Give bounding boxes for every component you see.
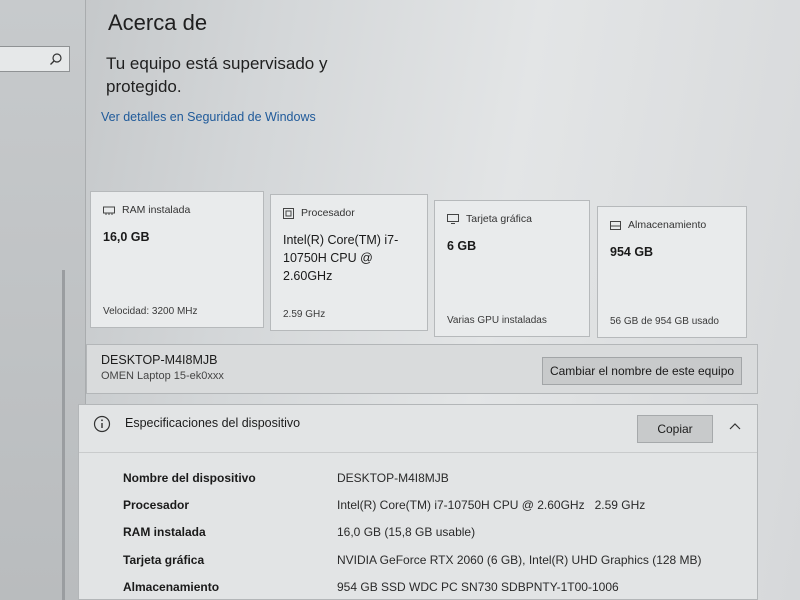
spec-label: RAM instalada <box>123 525 206 539</box>
gpu-card-label: Tarjeta gráfica <box>466 213 532 225</box>
spec-row-processor: Procesador Intel(R) Core(TM) i7-10750H C… <box>79 498 757 518</box>
security-status: Tu equipo está supervisado y protegido. <box>106 54 328 96</box>
spec-label: Almacenamiento <box>123 580 220 594</box>
ram-icon <box>103 206 115 215</box>
processor-card: Procesador Intel(R) Core(TM) i7-10750H C… <box>270 194 428 331</box>
ram-card-speed: Velocidad: 3200 MHz <box>103 306 198 317</box>
storage-card-label: Almacenamiento <box>628 219 707 231</box>
device-name: DESKTOP-M4I8MJB <box>101 353 218 367</box>
processor-card-speed: 2.59 GHz <box>283 309 326 320</box>
device-model: OMEN Laptop 15-ek0xxx <box>101 370 224 382</box>
gpu-card-sub: Varias GPU instaladas <box>447 315 547 326</box>
storage-icon <box>610 220 621 230</box>
ram-card: RAM instalada 16,0 GB Velocidad: 3200 MH… <box>90 191 264 328</box>
spec-value: NVIDIA GeForce RTX 2060 (6 GB), Intel(R)… <box>337 553 702 567</box>
spec-row-ram: RAM instalada 16,0 GB (15,8 GB usable) <box>79 525 757 545</box>
spec-row-storage: Almacenamiento 954 GB SSD WDC PC SN730 S… <box>79 580 757 600</box>
device-rename-row: DESKTOP-M4I8MJB OMEN Laptop 15-ek0xxx Ca… <box>86 344 758 394</box>
specs-title: Especificaciones del dispositivo <box>125 416 301 430</box>
spec-label: Tarjeta gráfica <box>123 553 205 567</box>
ram-card-label: RAM instalada <box>122 204 191 216</box>
processor-icon <box>283 207 294 219</box>
spec-label: Procesador <box>123 498 190 512</box>
about-page: Acerca de Tu equipo está supervisado y p… <box>78 0 800 600</box>
copy-button[interactable]: Copiar <box>637 415 713 443</box>
spec-value: 16,0 GB (15,8 GB usable) <box>337 525 476 539</box>
spec-row-gpu: Tarjeta gráfica NVIDIA GeForce RTX 2060 … <box>79 553 757 573</box>
storage-card-usage: 56 GB de 954 GB usado <box>610 316 719 327</box>
processor-card-value: Intel(R) Core(TM) i7-10750H CPU @ 2.60GH… <box>283 233 399 283</box>
page-title: Acerca de <box>108 10 208 35</box>
info-icon <box>93 415 111 433</box>
search-icon[interactable] <box>49 52 63 66</box>
rename-pc-button[interactable]: Cambiar el nombre de este equipo <box>542 357 742 385</box>
security-details-link[interactable]: Ver detalles en Seguridad de Windows <box>101 110 316 124</box>
gpu-icon <box>447 214 459 224</box>
spec-label: Nombre del dispositivo <box>123 471 256 485</box>
spec-row-device-name: Nombre del dispositivo DESKTOP-M4I8MJB <box>79 471 757 491</box>
spec-value: DESKTOP-M4I8MJB <box>337 471 449 485</box>
processor-card-label: Procesador <box>301 207 355 219</box>
scrollbar[interactable] <box>62 270 65 600</box>
specs-header[interactable]: Especificaciones del dispositivo Copiar <box>79 405 757 453</box>
device-specifications-panel: Especificaciones del dispositivo Copiar … <box>78 404 758 600</box>
storage-card: Almacenamiento 954 GB 56 GB de 954 GB us… <box>597 206 747 338</box>
search-input[interactable] <box>0 46 70 72</box>
spec-value: Intel(R) Core(TM) i7-10750H CPU @ 2.60GH… <box>337 498 646 512</box>
gpu-card: Tarjeta gráfica 6 GB Varias GPU instalad… <box>434 200 590 337</box>
spec-value: 954 GB SSD WDC PC SN730 SDBPNTY-1T00-100… <box>337 580 619 594</box>
navigation-pane <box>0 0 86 600</box>
ram-card-value: 16,0 GB <box>103 230 150 244</box>
chevron-up-icon[interactable] <box>729 421 741 433</box>
storage-card-value: 954 GB <box>610 245 654 259</box>
gpu-card-value: 6 GB <box>447 239 477 253</box>
